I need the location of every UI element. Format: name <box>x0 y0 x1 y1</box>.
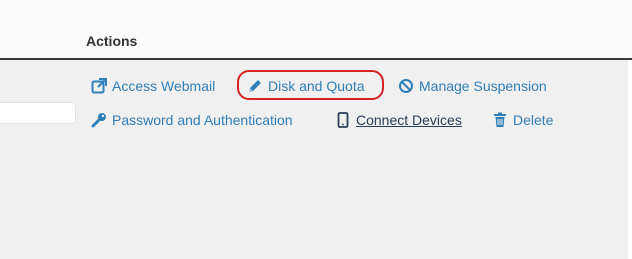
password-and-authentication-link[interactable]: Password and Authentication <box>91 110 293 130</box>
delete-label: Delete <box>513 112 554 128</box>
mobile-phone-icon <box>335 112 351 128</box>
search-input-edge[interactable] <box>0 102 76 124</box>
access-webmail-label: Access Webmail <box>112 78 216 94</box>
key-icon <box>91 112 107 128</box>
actions-heading: Actions <box>86 33 138 49</box>
delete-link[interactable]: Delete <box>492 110 553 130</box>
password-and-authentication-label: Password and Authentication <box>112 112 293 128</box>
connect-devices-link[interactable]: Connect Devices <box>335 110 462 130</box>
access-webmail-link[interactable]: Access Webmail <box>91 76 215 96</box>
trash-icon <box>492 112 508 128</box>
manage-suspension-label: Manage Suspension <box>419 78 547 94</box>
highlight-circle <box>237 70 384 100</box>
actions-header-bar: Actions <box>0 0 632 60</box>
right-edge-strip <box>628 60 632 259</box>
connect-devices-label: Connect Devices <box>356 112 462 128</box>
external-link-icon <box>91 78 107 94</box>
manage-suspension-link[interactable]: Manage Suspension <box>398 76 547 96</box>
ban-icon <box>398 78 414 94</box>
